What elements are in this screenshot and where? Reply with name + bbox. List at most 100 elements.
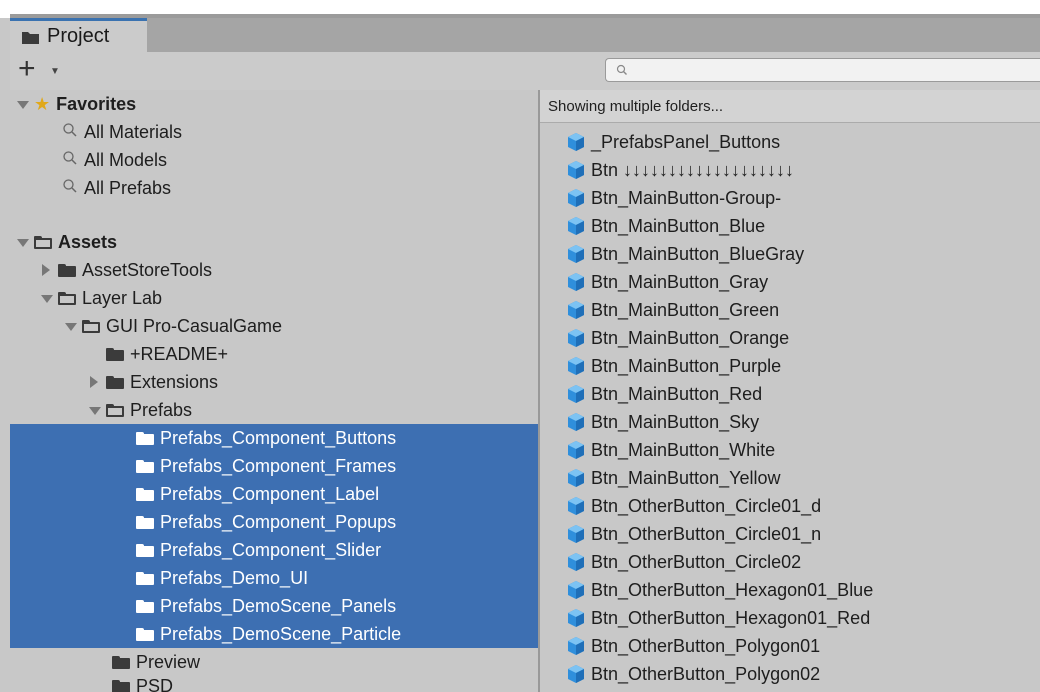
search-icon [62, 178, 78, 199]
favorite-item[interactable]: All Prefabs [62, 174, 171, 202]
expand-arrow-icon[interactable] [64, 320, 77, 332]
prefab-icon [566, 580, 586, 600]
window-top-edge [0, 0, 1040, 18]
tree-item-layer-lab[interactable]: Layer Lab [40, 284, 162, 312]
asset-item[interactable]: Btn_MainButton_Gray [566, 268, 768, 296]
asset-item[interactable]: Btn_MainButton_Red [566, 380, 762, 408]
tree-item-assets[interactable]: Assets [16, 228, 117, 256]
tree-item-prefab-folder[interactable]: Prefabs_Demo_UI [136, 564, 308, 592]
folder-icon [136, 571, 154, 585]
asset-item[interactable]: Btn_MainButton_Yellow [566, 464, 780, 492]
tree-item-prefab-folder[interactable]: Prefabs_DemoScene_Panels [136, 592, 396, 620]
asset-label: Btn_MainButton_Green [591, 299, 780, 320]
tree-item-prefab-folder[interactable]: Prefabs_Component_Label [136, 480, 379, 508]
asset-label: Btn_MainButton_White [591, 439, 776, 460]
search-input[interactable] [605, 58, 1040, 82]
asset-label: Btn_MainButton_Gray [591, 271, 769, 292]
prefab-icon [566, 440, 586, 460]
tree-item-label: Prefabs_Component_Buttons [160, 427, 397, 448]
tree-item-prefab-folder[interactable]: Prefabs_Component_Buttons [136, 424, 396, 452]
favorite-item[interactable]: All Models [62, 146, 167, 174]
folder-icon [22, 31, 39, 44]
prefab-icon [566, 132, 586, 152]
asset-item[interactable]: Btn ↓↓↓↓↓↓↓↓↓↓↓↓↓↓↓↓↓↓↓ [566, 156, 794, 184]
prefab-icon [566, 356, 586, 376]
asset-item[interactable]: Btn_OtherButton_Polygon02 [566, 660, 820, 688]
folder-icon [136, 459, 154, 473]
prefab-icon [566, 608, 586, 628]
tab-project[interactable]: Project [10, 18, 147, 52]
asset-item[interactable]: Btn_OtherButton_Polygon01 [566, 632, 820, 660]
tab-label: Project [47, 25, 110, 47]
tree-item-label: GUI Pro-CasualGame [106, 315, 283, 336]
asset-item[interactable]: Btn_OtherButton_Hexagon01_Red [566, 604, 870, 632]
asset-label: Btn_MainButton_Orange [591, 327, 790, 348]
asset-label: _PrefabsPanel_Buttons [591, 131, 781, 152]
tree-item-label: All Materials [84, 121, 183, 142]
folder-icon [112, 679, 130, 692]
asset-item[interactable]: Btn_MainButton_BlueGray [566, 240, 804, 268]
asset-item[interactable]: _PrefabsPanel_Buttons [566, 128, 780, 156]
tree-item-prefab-folder[interactable]: Prefabs_Component_Popups [136, 508, 396, 536]
tree-item-label: Assets [58, 231, 118, 252]
asset-item[interactable]: Btn_MainButton_Green [566, 296, 779, 324]
tree-item-psd[interactable]: PSD [112, 672, 173, 692]
tree-item-prefab-folder[interactable]: Prefabs_DemoScene_Particle [136, 620, 401, 648]
asset-item[interactable]: Btn_MainButton_Sky [566, 408, 759, 436]
asset-label: Btn_MainButton_Yellow [591, 467, 781, 488]
asset-list: Showing multiple folders... _PrefabsPane… [540, 90, 1040, 692]
tree-item-label: Prefabs_Component_Frames [160, 455, 397, 476]
asset-label: Btn_MainButton_Blue [591, 215, 766, 236]
expand-arrow-icon[interactable] [16, 236, 29, 248]
asset-item[interactable]: Btn_MainButton_Orange [566, 324, 789, 352]
expand-arrow-icon[interactable] [40, 292, 53, 304]
tree-item-label: Extensions [130, 371, 219, 392]
tree-item-label: Layer Lab [82, 287, 163, 308]
asset-item[interactable]: Btn_MainButton_White [566, 436, 775, 464]
asset-label: Btn ↓↓↓↓↓↓↓↓↓↓↓↓↓↓↓↓↓↓↓ [591, 159, 795, 180]
folder-open-icon [82, 319, 100, 333]
favorite-item[interactable]: All Materials [62, 118, 182, 146]
asset-item[interactable]: Btn_MainButton-Group- [566, 184, 781, 212]
tree-item-extensions[interactable]: Extensions [88, 368, 218, 396]
prefab-icon [566, 188, 586, 208]
tree-item-label: AssetStoreTools [82, 259, 213, 280]
create-button[interactable]: + [18, 54, 36, 84]
tree-item-readme[interactable]: +README+ [106, 340, 228, 368]
asset-item[interactable]: Btn_OtherButton_Circle01_d [566, 492, 821, 520]
folder-icon [136, 487, 154, 501]
prefab-icon [566, 664, 586, 684]
chevron-down-icon[interactable]: ▼ [50, 66, 60, 77]
asset-item[interactable]: Btn_OtherButton_Circle02 [566, 548, 801, 576]
collapse-arrow-icon[interactable] [88, 376, 100, 388]
folder-icon [136, 543, 154, 557]
tree-item-prefabs[interactable]: Prefabs [88, 396, 192, 424]
prefab-icon [566, 328, 586, 348]
tree-item-assetstoretools[interactable]: AssetStoreTools [40, 256, 212, 284]
asset-item[interactable]: Btn_OtherButton_Hexagon01_Blue [566, 576, 873, 604]
collapse-arrow-icon[interactable] [40, 264, 52, 276]
prefab-icon [566, 412, 586, 432]
project-toolbar: + ▼ [10, 52, 1040, 91]
prefab-icon [566, 496, 586, 516]
asset-label: Btn_OtherButton_Circle02 [591, 551, 802, 572]
expand-arrow-icon[interactable] [16, 98, 29, 110]
tree-item-label: +README+ [130, 343, 229, 364]
status-text: Showing multiple folders... [548, 97, 724, 115]
tree-item-gui-pro[interactable]: GUI Pro-CasualGame [64, 312, 282, 340]
tree-item-prefab-folder[interactable]: Prefabs_Component_Frames [136, 452, 396, 480]
asset-item[interactable]: Btn_MainButton_Purple [566, 352, 781, 380]
asset-item[interactable]: Btn_MainButton_Blue [566, 212, 765, 240]
folder-icon [106, 375, 124, 389]
asset-item[interactable]: Btn_OtherButton_Circle01_n [566, 520, 821, 548]
tree-item-favorites[interactable]: ★ Favorites [16, 90, 136, 118]
asset-label: Btn_OtherButton_Hexagon01_Red [591, 607, 871, 628]
expand-arrow-icon[interactable] [88, 404, 101, 416]
search-icon [616, 63, 628, 81]
tree-item-label: Prefabs [130, 399, 193, 420]
asset-label: Btn_MainButton_Red [591, 383, 763, 404]
asset-label: Btn_MainButton-Group- [591, 187, 782, 208]
folder-icon [112, 655, 130, 669]
folder-open-icon [58, 291, 76, 305]
tree-item-prefab-folder[interactable]: Prefabs_Component_Slider [136, 536, 381, 564]
